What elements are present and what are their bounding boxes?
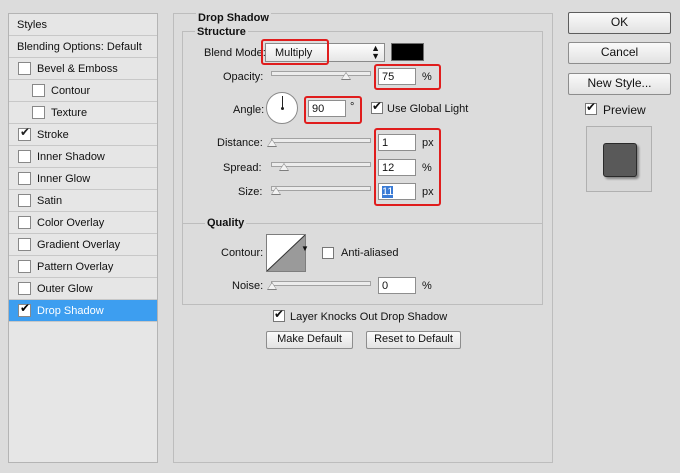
style-item-label: Stroke (37, 129, 69, 141)
noise-label: Noise: (232, 280, 264, 292)
contour-preview-icon (266, 234, 306, 272)
angle-dial[interactable] (266, 92, 298, 124)
style-item-contour[interactable]: Contour (9, 80, 157, 102)
style-item-label: Texture (51, 107, 88, 119)
contour-picker[interactable] (266, 234, 306, 272)
style-item-label: Inner Shadow (37, 151, 105, 163)
checkmark-icon: ✔ (20, 301, 31, 315)
checkmark-icon: ✔ (274, 307, 285, 321)
highlight-angle (304, 96, 362, 124)
style-item-label: Pattern Overlay (37, 261, 114, 273)
style-item-label: Color Overlay (37, 217, 105, 229)
style-item-label: Bevel & Emboss (37, 63, 118, 75)
style-item-checkbox[interactable] (18, 260, 31, 273)
use-global-light-label: Use Global Light (387, 103, 469, 115)
style-item-inner-shadow[interactable]: Inner Shadow (9, 146, 157, 168)
noise-slider-track[interactable] (271, 281, 371, 286)
style-item-stroke[interactable]: ✔ Stroke (9, 124, 157, 146)
style-item-label: Inner Glow (37, 173, 91, 185)
contour-dropdown-icon[interactable]: ▼ (301, 244, 309, 253)
anti-aliased-label: Anti-aliased (341, 247, 399, 259)
size-slider-thumb[interactable] (271, 187, 282, 195)
angle-dial-center (281, 107, 284, 110)
style-item-checkbox[interactable] (32, 84, 45, 97)
layer-knocks-out-label: Layer Knocks Out Drop Shadow (290, 311, 448, 323)
preview-area (586, 126, 652, 192)
style-item-checkbox[interactable] (18, 172, 31, 185)
style-item-inner-glow[interactable]: Inner Glow (9, 168, 157, 190)
style-item-color-overlay[interactable]: Color Overlay (9, 212, 157, 234)
style-item-label: Drop Shadow (37, 305, 104, 317)
style-item-pattern-overlay[interactable]: Pattern Overlay (9, 256, 157, 278)
reset-to-default-button[interactable]: Reset to Default (366, 331, 461, 349)
quality-group: Quality (182, 217, 543, 305)
style-item-checkbox[interactable]: ✔ (18, 125, 31, 141)
opacity-slider-track[interactable] (271, 71, 371, 76)
contour-label: Contour: (221, 247, 264, 259)
preview-swatch (603, 143, 637, 177)
spread-label: Spread: (223, 162, 262, 174)
checkmark-icon: ✔ (20, 125, 31, 139)
style-item-label: Outer Glow (37, 283, 93, 295)
style-item-gradient-overlay[interactable]: Gradient Overlay (9, 234, 157, 256)
size-label: Size: (238, 186, 263, 198)
use-global-light-checkbox[interactable]: ✔ (371, 99, 383, 114)
ok-button[interactable]: OK (568, 12, 671, 34)
style-item-checkbox[interactable] (18, 216, 31, 229)
preview-label: Preview (603, 103, 646, 117)
style-item-outer-glow[interactable]: Outer Glow (9, 278, 157, 300)
styles-list: Styles Blending Options: Default Bevel & … (8, 13, 158, 463)
highlight-distance-spread-size (374, 128, 441, 206)
drop-shadow-title: Drop Shadow (196, 12, 271, 24)
style-item-label: Contour (51, 85, 91, 97)
opacity-label: Opacity: (223, 71, 264, 83)
layer-knocks-out-checkbox[interactable]: ✔ (273, 307, 285, 322)
style-item-checkbox[interactable]: ✔ (18, 301, 31, 317)
distance-slider-thumb[interactable] (267, 139, 277, 147)
drop-shadow-panel: Drop Shadow Structure Blend Mode: Multip… (173, 12, 553, 463)
style-item-checkbox[interactable] (18, 62, 31, 75)
style-item-label: Satin (37, 195, 63, 207)
styles-header-label: Styles (17, 19, 47, 31)
spread-slider-thumb[interactable] (278, 163, 289, 171)
cancel-button[interactable]: Cancel (568, 42, 671, 64)
highlight-opacity (374, 64, 441, 90)
opacity-slider-thumb[interactable] (340, 72, 351, 80)
style-item-drop-shadow[interactable]: ✔ Drop Shadow (9, 300, 157, 322)
blend-mode-label: Blend Mode: (204, 47, 266, 59)
style-item-bevel-emboss[interactable]: Bevel & Emboss (9, 58, 157, 80)
styles-header[interactable]: Styles (9, 14, 157, 36)
style-item-label: Blending Options: Default (17, 41, 142, 53)
noise-slider-thumb[interactable] (267, 282, 277, 290)
style-item-texture[interactable]: Texture (9, 102, 157, 124)
style-item-checkbox[interactable] (18, 150, 31, 163)
quality-title: Quality (205, 217, 247, 229)
noise-input[interactable]: 0 (378, 277, 416, 294)
structure-title: Structure (195, 26, 248, 38)
highlight-blend-mode (261, 39, 329, 65)
make-default-button[interactable]: Make Default (266, 331, 353, 349)
checkmark-icon: ✔ (586, 100, 597, 114)
checkmark-icon: ✔ (372, 99, 383, 113)
style-item-checkbox[interactable] (32, 106, 45, 119)
distance-slider-track[interactable] (271, 138, 371, 143)
distance-label: Distance: (217, 137, 263, 149)
select-arrows-icon: ▲ ▼ (371, 43, 380, 61)
angle-label: Angle: (233, 104, 265, 116)
style-item-checkbox[interactable] (18, 238, 31, 251)
style-item-blending-options-default[interactable]: Blending Options: Default (9, 36, 157, 58)
new-style-button[interactable]: New Style... (568, 73, 671, 95)
style-item-checkbox[interactable] (18, 282, 31, 295)
style-item-label: Gradient Overlay (37, 239, 121, 251)
size-slider-track[interactable] (271, 186, 371, 191)
preview-checkbox[interactable]: ✔ (585, 100, 597, 115)
style-item-checkbox[interactable] (18, 194, 31, 207)
style-item-satin[interactable]: Satin (9, 190, 157, 212)
anti-aliased-checkbox[interactable] (322, 247, 334, 259)
noise-unit: % (422, 280, 432, 292)
shadow-color-swatch[interactable] (391, 43, 424, 61)
